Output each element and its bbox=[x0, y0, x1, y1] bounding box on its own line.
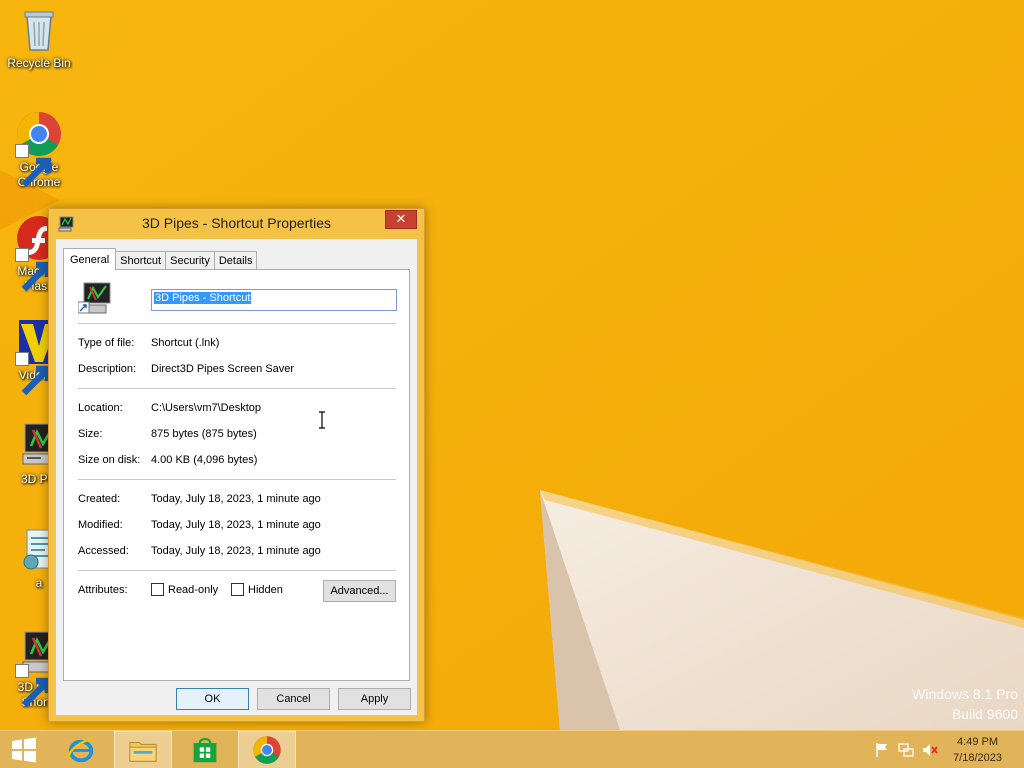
dialog-titlebar[interactable]: 3D Pipes - Shortcut Properties ✕ bbox=[49, 209, 424, 239]
size-label: Size: bbox=[78, 428, 103, 440]
cancel-button[interactable]: Cancel bbox=[257, 688, 330, 710]
watermark-build: Build 9600 bbox=[951, 706, 1018, 722]
accessed-label: Accessed: bbox=[78, 545, 129, 557]
read-only-checkbox[interactable]: Read-only bbox=[151, 583, 218, 596]
recycle-bin-icon bbox=[15, 6, 63, 54]
selected-name-text: 3D Pipes - Shortcut bbox=[154, 292, 252, 304]
general-tab-panel: 3D Pipes - Shortcut Type of file: Shortc… bbox=[63, 269, 410, 681]
ok-button[interactable]: OK bbox=[176, 688, 249, 710]
tab-general[interactable]: General bbox=[63, 248, 117, 270]
flag-icon[interactable] bbox=[874, 742, 890, 758]
3d-pipes-shortcut-icon bbox=[77, 282, 112, 316]
location-value: C:\Users\vm7\Desktop bbox=[151, 402, 262, 414]
internet-explorer-icon bbox=[67, 738, 94, 763]
separator bbox=[78, 479, 396, 480]
shortcut-name-input[interactable]: 3D Pipes - Shortcut bbox=[151, 289, 397, 311]
location-label: Location: bbox=[78, 402, 123, 414]
desktop-icon-recycle-bin[interactable]: Recycle Bin bbox=[4, 6, 74, 71]
read-only-label: Read-only bbox=[168, 583, 219, 596]
checkbox-box[interactable] bbox=[151, 583, 164, 596]
hidden-label: Hidden bbox=[248, 583, 283, 596]
desktop-icon-label: Recycle Bin bbox=[7, 56, 71, 70]
type-of-file-value: Shortcut (.lnk) bbox=[151, 337, 220, 349]
close-button[interactable]: ✕ bbox=[385, 210, 417, 229]
separator bbox=[78, 570, 396, 571]
start-button[interactable] bbox=[0, 731, 48, 768]
shortcut-arrow-icon bbox=[15, 144, 52, 188]
chrome-icon bbox=[15, 110, 63, 188]
taskbar-file-explorer[interactable] bbox=[114, 731, 172, 768]
close-icon: ✕ bbox=[395, 212, 407, 227]
desktop-icon-google-chrome[interactable]: Google Chrome bbox=[4, 110, 74, 190]
taskbar-chrome[interactable] bbox=[238, 731, 296, 768]
file-explorer-icon bbox=[129, 742, 157, 762]
tab-details[interactable]: Details bbox=[213, 251, 258, 270]
taskbar-clock[interactable]: 4:49 PM 7/18/2023 bbox=[953, 734, 1002, 766]
start-icon bbox=[12, 737, 36, 763]
separator bbox=[78, 388, 396, 389]
description-value: Direct3D Pipes Screen Saver bbox=[151, 363, 295, 375]
modified-value: Today, July 18, 2023, 1 minute ago bbox=[151, 519, 321, 531]
chrome-icon bbox=[253, 736, 281, 764]
modified-label: Modified: bbox=[78, 519, 123, 531]
created-value: Today, July 18, 2023, 1 minute ago bbox=[151, 493, 321, 505]
clock-time: 4:49 PM bbox=[957, 736, 999, 748]
taskbar-internet-explorer[interactable] bbox=[56, 731, 106, 768]
attributes-label: Attributes: bbox=[78, 584, 128, 596]
watermark-edition: Windows 8.1 Pro bbox=[912, 686, 1018, 702]
properties-dialog: 3D Pipes - Shortcut Properties ✕ General… bbox=[48, 208, 425, 722]
size-on-disk-label: Size on disk: bbox=[78, 454, 141, 466]
dialog-client-area: General Shortcut Security Details 3D Pip… bbox=[56, 239, 417, 715]
text-cursor-icon bbox=[318, 411, 326, 429]
store-icon bbox=[193, 737, 217, 763]
checkbox-box[interactable] bbox=[231, 583, 244, 596]
windows-watermark: Windows 8.1 Pro Build 9600 bbox=[912, 684, 1018, 724]
description-label: Description: bbox=[78, 363, 137, 375]
volume-muted-icon[interactable] bbox=[922, 742, 938, 758]
apply-button[interactable]: Apply bbox=[338, 688, 411, 710]
shortcut-arrow-icon bbox=[15, 248, 52, 292]
tab-shortcut[interactable]: Shortcut bbox=[115, 251, 167, 270]
created-label: Created: bbox=[78, 493, 121, 505]
hidden-checkbox[interactable]: Hidden bbox=[231, 583, 283, 596]
shortcut-arrow-icon bbox=[15, 352, 52, 396]
dialog-title: 3D Pipes - Shortcut Properties bbox=[141, 215, 332, 231]
network-icon[interactable] bbox=[898, 742, 914, 758]
tab-bar: General Shortcut Security Details bbox=[63, 248, 258, 270]
taskbar: 4:49 PM 7/18/2023 bbox=[0, 730, 1024, 768]
accessed-value: Today, July 18, 2023, 1 minute ago bbox=[151, 545, 321, 557]
taskbar-store[interactable] bbox=[180, 731, 230, 768]
type-of-file-label: Type of file: bbox=[78, 337, 135, 349]
size-value: 875 bytes (875 bytes) bbox=[151, 428, 257, 440]
size-on-disk-value: 4.00 KB (4,096 bytes) bbox=[151, 454, 258, 466]
separator bbox=[78, 323, 396, 324]
advanced-button[interactable]: Advanced... bbox=[323, 580, 396, 602]
desktop-icon-label: a bbox=[35, 576, 43, 590]
clock-date: 7/18/2023 bbox=[953, 752, 1002, 764]
shortcut-arrow-icon bbox=[15, 664, 52, 708]
tab-security[interactable]: Security bbox=[165, 251, 215, 270]
